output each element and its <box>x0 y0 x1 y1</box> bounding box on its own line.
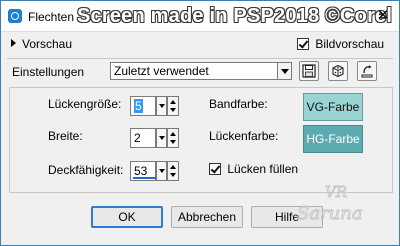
separator <box>7 58 393 59</box>
close-icon[interactable]: ✕ <box>372 5 394 25</box>
random-preset-button[interactable] <box>328 61 348 81</box>
cancel-button[interactable]: Abbrechen <box>171 206 243 228</box>
help-button[interactable]: Hilfe <box>251 206 323 228</box>
arrow-down-icon[interactable] <box>170 140 176 144</box>
opacity-stepper[interactable] <box>167 161 179 181</box>
opacity-value: 53 <box>134 164 148 178</box>
arrow-up-icon[interactable] <box>170 132 176 136</box>
gap-size-dropdown[interactable] <box>156 96 167 116</box>
gap-size-label: Lückengröße: <box>48 97 122 111</box>
arrow-down-icon[interactable] <box>170 173 176 177</box>
app-icon <box>8 9 22 23</box>
fill-gaps-checkbox[interactable] <box>209 163 221 175</box>
reset-icon <box>361 65 373 78</box>
band-color-label: Bandfarbe: <box>209 97 268 111</box>
opacity-label: Deckfähigkeit: <box>48 163 124 177</box>
band-color-swatch[interactable]: VG-Farbe <box>303 93 363 121</box>
fill-gaps-label: Lücken füllen <box>227 162 299 176</box>
settings-combo[interactable]: Zuletzt verwendet <box>110 62 292 80</box>
preview-label: Vorschau <box>22 37 73 51</box>
settings-label: Einstellungen <box>12 65 85 79</box>
dialog-window: Flechten Screen made in PSP2018 ©Corel ✕… <box>0 0 400 246</box>
width-value: 2 <box>134 131 141 145</box>
opacity-spinbox[interactable]: 53 <box>130 161 179 181</box>
screen-caption: Screen made in PSP2018 ©Corel <box>77 5 393 27</box>
image-preview-checkbox-row[interactable]: Bildvorschau <box>297 37 384 51</box>
arrow-up-icon[interactable] <box>170 100 176 104</box>
settings-value: Zuletzt verwendet <box>114 64 209 78</box>
gap-size-spinbox[interactable]: 5 <box>130 96 179 116</box>
save-preset-button[interactable] <box>299 61 319 81</box>
width-dropdown[interactable] <box>156 128 167 148</box>
opacity-dropdown[interactable] <box>156 161 167 181</box>
opacity-slider-bar[interactable] <box>133 177 156 179</box>
floppy-icon <box>302 64 316 78</box>
width-label: Breite: <box>48 129 83 143</box>
ok-button[interactable]: OK <box>91 206 163 228</box>
width-spinbox[interactable]: 2 <box>130 128 179 148</box>
arrow-up-icon[interactable] <box>170 165 176 169</box>
expand-triangle-icon <box>11 39 16 47</box>
gap-size-value: 5 <box>134 99 143 113</box>
window-title: Flechten <box>28 10 75 24</box>
preview-toggle[interactable]: Vorschau <box>11 37 72 51</box>
gap-size-stepper[interactable] <box>167 96 179 116</box>
arrow-down-icon[interactable] <box>170 108 176 112</box>
title-bar[interactable]: Flechten Screen made in PSP2018 ©Corel ✕ <box>1 1 399 32</box>
width-stepper[interactable] <box>167 128 179 148</box>
dice-icon <box>332 64 344 78</box>
gap-color-swatch[interactable]: HG-Farbe <box>303 125 363 153</box>
image-preview-checkbox[interactable] <box>297 38 309 50</box>
chevron-down-icon[interactable] <box>277 63 291 79</box>
image-preview-label: Bildvorschau <box>315 37 385 51</box>
fill-gaps-row[interactable]: Lücken füllen <box>209 162 298 176</box>
gap-color-label: Lückenfarbe: <box>209 129 279 143</box>
reset-preset-button[interactable] <box>357 61 377 81</box>
